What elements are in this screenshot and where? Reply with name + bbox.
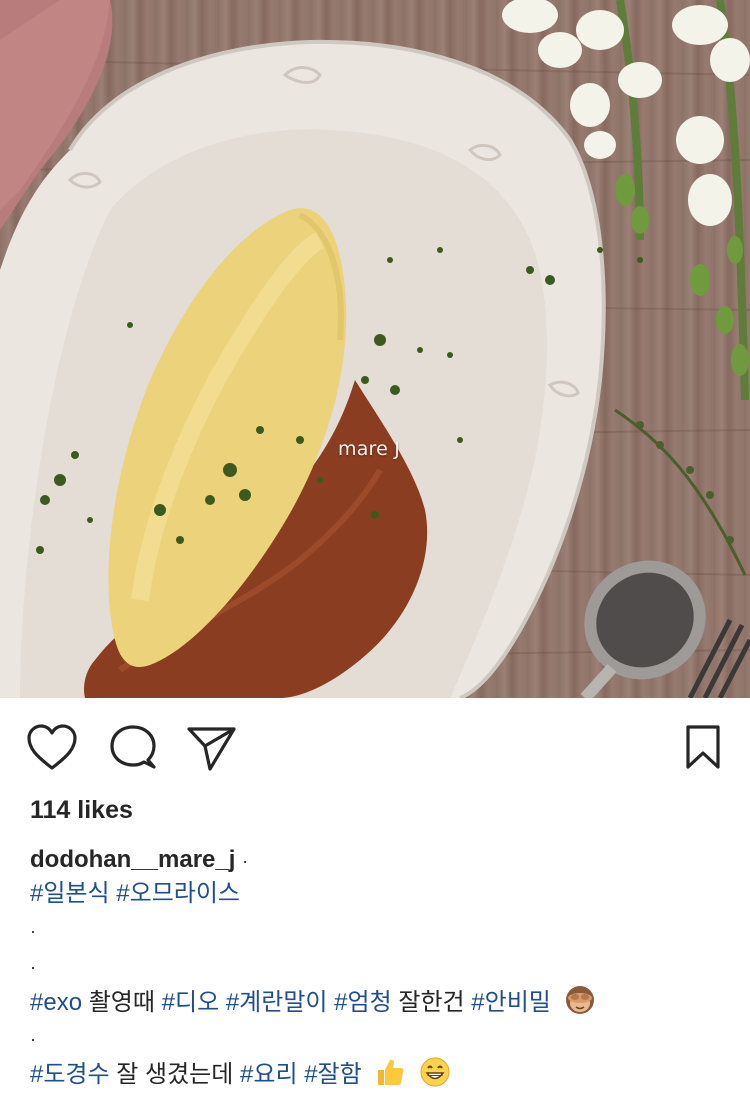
hashtag-link[interactable]: #일본식 [30, 880, 110, 907]
hashtag-link[interactable]: #오므라이스 [116, 880, 240, 907]
share-icon[interactable] [186, 724, 238, 777]
hashtag-link[interactable]: #도경수 [30, 1061, 110, 1088]
caption-dot-2: · [30, 948, 36, 985]
omurice-photo-illustration [0, 0, 750, 698]
hashtag-link[interactable]: #엄청 [334, 989, 392, 1016]
hashtag-link[interactable]: #요리 [240, 1061, 298, 1088]
caption-line-1: #일본식 #오므라이스 [30, 876, 240, 912]
thumbs-up-icon [378, 1059, 404, 1085]
hashtag-link[interactable]: #안비밀 [471, 989, 551, 1016]
dot-text: · [30, 921, 36, 941]
likes-count[interactable]: 114 likes [30, 796, 133, 825]
caption-username-line: dodohan__mare_j · [30, 842, 248, 879]
caption-line-6: #도경수 잘 생겼는데 #요리 #잘함 [30, 1056, 451, 1093]
comment-icon[interactable] [108, 724, 158, 777]
caption-text: 잘 생겼는데 [116, 1061, 234, 1088]
heart-icon[interactable] [26, 724, 78, 777]
caption-dot-3: · [30, 1020, 36, 1057]
hashtag-link[interactable]: #exo [30, 989, 82, 1016]
caption-text: 잘한건 [398, 989, 465, 1016]
grinning-face-icon [420, 1057, 450, 1087]
see-no-evil-monkey-icon [565, 986, 594, 1014]
bookmark-icon[interactable] [684, 724, 724, 777]
username-separator: · [242, 851, 249, 871]
caption-text: 촬영때 [88, 989, 155, 1016]
caption-line-4: #exo 촬영때 #디오 #계란말이 #엄청 잘한건 #안비밀 [30, 984, 596, 1021]
dot-text: · [30, 1029, 36, 1049]
dot-text: · [30, 957, 36, 977]
hashtag-link[interactable]: #계란말이 [226, 989, 328, 1016]
post-action-bar [0, 698, 750, 798]
username[interactable]: dodohan__mare_j [30, 846, 235, 873]
hashtag-link[interactable]: #잘함 [304, 1061, 362, 1088]
caption-dot-1: · [30, 912, 36, 949]
post-photo[interactable]: mare J [0, 0, 750, 698]
hashtag-link[interactable]: #디오 [162, 989, 220, 1016]
photo-watermark: mare J [338, 438, 401, 460]
